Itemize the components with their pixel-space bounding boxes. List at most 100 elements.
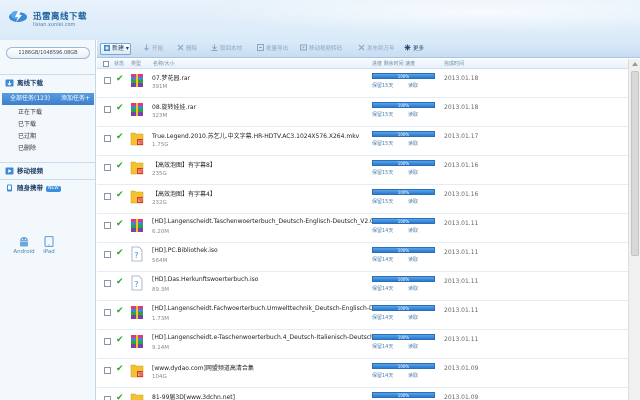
column-done-time[interactable]: 完成时间 [444,60,464,68]
task-name[interactable]: 08.旋转娃娃.rar [152,102,372,111]
read-link[interactable]: 读取 [408,169,418,176]
progress-bar: 100% [372,189,435,195]
progress-bar: 100% [372,131,435,137]
logo-subtitle: lixian.xunlei.com [33,22,76,28]
completed-check-icon: ✔ [116,161,124,171]
header-background-cloud [120,0,640,40]
read-link[interactable]: 读取 [408,82,418,89]
completed-date: 2013.01.11 [444,307,479,314]
rar-file-icon [130,333,144,349]
column-progress[interactable]: 进度 剩余时间 速度 [372,60,415,68]
read-link[interactable]: 读取 [408,111,418,118]
svg-text:BT: BT [138,140,144,145]
mobile-transcode-button[interactable]: 移动视频转码 [300,44,342,54]
task-name[interactable]: [HD].Langenscheidt.Fachwoerterbuch.Umwel… [152,305,372,312]
column-name-size[interactable]: 名称/大小 [153,60,175,68]
more-button[interactable]: 更多 [404,44,424,54]
completed-date: 2013.01.16 [444,162,479,169]
task-row[interactable]: ✔? [HD].Das.Herkunftswoerterbuch.iso 89.3M… [97,272,628,301]
row-checkbox[interactable] [104,193,111,200]
task-name[interactable]: [www.dydao.com]网盟频道高清合集 [152,363,372,372]
rar-file-icon [130,304,144,320]
sidebar-item-downloading[interactable]: 正在下载 [18,107,42,118]
sidebar-section-portable[interactable]: 随身携带 NEW [0,181,96,195]
task-size: 564M [152,258,168,264]
row-checkbox[interactable] [104,338,111,345]
column-status[interactable]: 状态 [114,60,124,68]
task-name[interactable]: True.Legend.2010.苏乞儿.中文字幕.HR-HDTV.AC3.10… [152,131,372,140]
task-name[interactable]: 81-99届3D[www.3dchn.net] [152,392,372,400]
start-button[interactable]: 开始 [143,44,163,54]
task-row[interactable]: ✔BT81-99届3D[www.3dchn.net]45.2G100%保留14天… [97,388,628,400]
row-checkbox[interactable] [104,396,111,400]
task-name[interactable]: 【高效泡图】有字幕8】 [152,160,372,169]
task-row[interactable]: ✔ [HD].Langenscheidt.Fachwoerterbuch.Umwe… [97,301,628,330]
new-task-button[interactable]: 新建 ▾ [100,43,131,55]
task-size: 235G [152,171,167,177]
task-row[interactable]: ✔ 08.旋转娃娃.rar 323M 100% 保留15天 读取 2013.01.18 [97,98,628,127]
delete-button[interactable]: 删除 [177,44,197,54]
row-checkbox[interactable] [104,77,111,84]
row-checkbox[interactable] [104,367,111,374]
task-name[interactable]: [HD].Langenscheidt.e-Taschenwoerterbuch.… [152,334,372,341]
unknown-file-icon: ? [130,275,144,291]
task-name[interactable]: 07.梦花园.rar [152,73,372,82]
publish-button[interactable]: 发布到万年 [358,44,395,54]
read-link[interactable]: 读取 [408,256,418,263]
task-size: 391M [152,84,168,90]
read-link[interactable]: 读取 [408,198,418,205]
row-checkbox[interactable] [104,164,111,171]
row-checkbox[interactable] [104,222,111,229]
scrollbar[interactable] [628,59,640,400]
scroll-thumb[interactable] [631,71,639,256]
read-link[interactable]: 读取 [408,285,418,292]
sidebar-item-downloaded[interactable]: 已下载 [18,119,36,130]
retention-label: 保留14天 [372,257,394,263]
read-link[interactable]: 读取 [408,314,418,321]
sidebar-item-all-tasks[interactable]: 全部任务(123) 添加任务+ [2,93,94,105]
row-checkbox[interactable] [104,135,111,142]
task-name[interactable]: [HD].Das.Herkunftswoerterbuch.iso [152,276,372,283]
sidebar-section-offline[interactable]: 离线下载 [0,76,96,90]
sidebar-section-mobile-video[interactable]: 移动视频 [0,164,96,178]
start-icon [144,44,149,51]
fetch-local-button[interactable]: 取回本地 [211,44,242,54]
completed-date: 2013.01.09 [444,394,479,400]
retention-label: 保留14天 [372,315,394,321]
sidebar-item-deleted[interactable]: 已删除 [18,143,36,154]
task-row[interactable]: ✔ BT 【高效泡图】有字幕8】 235G 100% 保留15天 读取 2013.01.16 [97,156,628,185]
scroll-up-arrow[interactable] [632,62,638,66]
column-type[interactable]: 类型 [131,60,141,68]
read-link[interactable]: 读取 [408,372,418,379]
new-badge: NEW [46,186,61,192]
device-android[interactable]: Android [12,236,36,255]
completed-check-icon: ✔ [116,364,124,374]
row-checkbox[interactable] [104,251,111,258]
row-checkbox[interactable] [104,280,111,287]
progress-bar: 100% [372,276,435,282]
task-row[interactable]: ✔ BT True.Legend.2010.苏乞儿.中文字幕.HR-HDTV.AC3… [97,127,628,156]
read-link[interactable]: 读取 [408,343,418,350]
task-name[interactable]: [HD].PC.Bibliothek.iso [152,247,372,254]
add-task-link[interactable]: 添加任务+ [61,93,90,105]
task-row[interactable]: ✔ [HD].Langenscheidt.e-Taschenwoerterbuch… [97,330,628,359]
retention-label: 保留14天 [372,228,394,234]
task-row[interactable]: ✔ [HD].Langenscheidt.Taschenwoerterbuch_D… [97,214,628,243]
read-link[interactable]: 读取 [408,227,418,234]
task-row[interactable]: ✔ BT [www.dydao.com]网盟频道高清合集 104G 100% 保留14天 读… [97,359,628,388]
device-ipad[interactable]: iPad [37,236,61,255]
task-name[interactable]: [HD].Langenscheidt.Taschenwoerterbuch_De… [152,218,372,225]
sidebar-item-expired[interactable]: 已过期 [18,131,36,142]
progress-bar: 100% [372,334,435,340]
task-row[interactable]: ✔ BT 【高效泡图】有字幕4】 232G 100% 保留15天 读取 2013.01.16 [97,185,628,214]
batch-export-button[interactable]: 批量导出 [257,44,288,54]
task-row[interactable]: ✔ 07.梦花园.rar 391M 100% 保留15天 读取 2013.01.18 [97,69,628,98]
task-name[interactable]: 【高效泡图】有字幕4】 [152,189,372,198]
task-row[interactable]: ✔? [HD].PC.Bibliothek.iso 564M 100% 保留14天 读取 2… [97,243,628,272]
row-checkbox[interactable] [104,309,111,316]
bt-file-icon: BT [130,362,144,378]
section-offline-label: 离线下载 [17,79,43,87]
retention-label: 保留14天 [372,373,394,379]
read-link[interactable]: 读取 [408,140,418,147]
row-checkbox[interactable] [104,106,111,113]
